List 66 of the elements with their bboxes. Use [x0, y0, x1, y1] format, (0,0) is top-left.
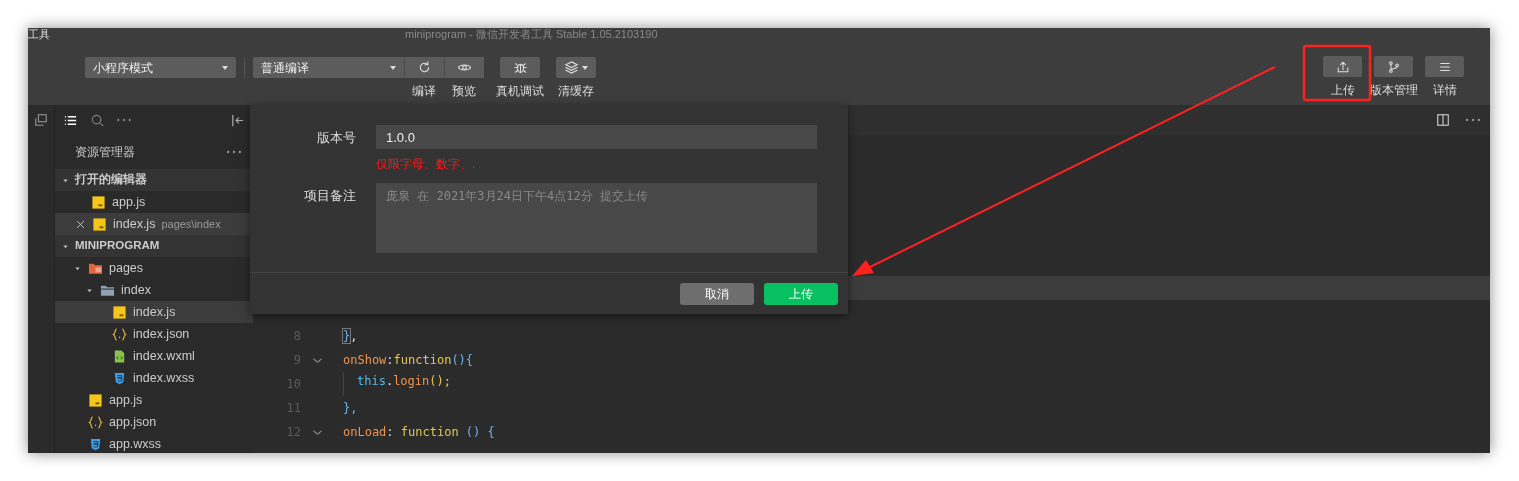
js-file-icon: [91, 194, 106, 210]
refresh-button[interactable]: [404, 57, 444, 78]
field-label: 版本号: [316, 129, 356, 147]
js-file-icon: [92, 216, 107, 232]
search-icon: [90, 112, 105, 128]
caret-icon: [582, 65, 588, 70]
bug-icon: [512, 60, 528, 75]
upload-button[interactable]: [1323, 56, 1362, 77]
window-title: miniprogram - 微信开发者工具 Stable 1.05.2103190: [405, 28, 658, 40]
css-file-icon: [112, 370, 127, 386]
upload-icon: [1335, 59, 1350, 74]
toolbar-label: 编译: [412, 83, 436, 100]
caret-icon: [222, 65, 228, 70]
layers-button[interactable]: [556, 57, 596, 78]
toolbar-label: 清缓存: [558, 83, 594, 100]
file-tree-item[interactable]: pages: [55, 257, 253, 279]
collapse-icon: [230, 112, 245, 128]
more-icon: [117, 118, 131, 122]
split-editor-icon: [1436, 113, 1450, 127]
js-file-icon: [88, 392, 103, 408]
more-icon: [1466, 118, 1480, 122]
file-tree-item[interactable]: app.js: [55, 191, 253, 213]
layers-icon: [564, 60, 579, 75]
refresh-icon: [417, 60, 432, 75]
code-file-icon: [112, 348, 127, 364]
file-tree-item[interactable]: app.js: [55, 389, 253, 411]
code-line: onLoad: function () {: [343, 424, 495, 441]
cancel-button[interactable]: 取消: [680, 282, 754, 305]
panel-title: 资源管理器: [75, 144, 135, 161]
file-tree-item[interactable]: app.wxss: [55, 433, 253, 453]
file-tree-item[interactable]: index.json: [55, 323, 253, 345]
js-file-icon: [112, 304, 127, 320]
error-message: 仅限字母、数字、.: [376, 156, 477, 173]
branch-icon: [1386, 59, 1401, 74]
windows-icon: [34, 113, 48, 127]
section-header[interactable]: 打开的编辑器: [55, 169, 253, 191]
caret-icon: [390, 65, 396, 70]
code-line: this.login();: [357, 373, 451, 390]
file-tree-item[interactable]: index.wxss: [55, 367, 253, 389]
field-label: 项目备注: [303, 187, 356, 205]
dropdown[interactable]: 小程序模式: [85, 57, 236, 78]
braces-icon: [88, 414, 103, 430]
file-tree-item[interactable]: index.wxml: [55, 345, 253, 367]
toolbar-label: 版本管理: [1369, 82, 1418, 99]
toolbar-label: 预览: [452, 83, 476, 100]
file-tree-item[interactable]: index.js pages\index: [55, 213, 253, 235]
file-tree-item[interactable]: app.json: [55, 411, 253, 433]
file-tree-item[interactable]: index: [55, 279, 253, 301]
dropdown[interactable]: 普通编译: [253, 57, 404, 78]
highlight-rectangle: [1302, 44, 1372, 102]
toolbar-label: 真机调试: [496, 83, 544, 100]
menu-item[interactable]: 工具: [28, 28, 50, 40]
eye-button[interactable]: [444, 57, 484, 78]
version-input[interactable]: 1.0.0: [376, 125, 817, 149]
code-line: },: [343, 400, 358, 417]
file-tree-item[interactable]: index.js: [55, 301, 253, 323]
more-icon: [227, 150, 241, 154]
braces-icon: [112, 326, 127, 342]
code-line: onShow:function(){: [343, 352, 474, 369]
menu-button[interactable]: [1425, 56, 1464, 77]
toolbar-label: 上传: [1330, 82, 1355, 99]
bug-button[interactable]: [500, 57, 540, 78]
section-header[interactable]: MINIPROGRAM: [55, 235, 253, 257]
branch-button[interactable]: [1374, 56, 1413, 77]
code-line: },: [343, 328, 358, 345]
toolbar-label: 详情: [1432, 82, 1457, 99]
